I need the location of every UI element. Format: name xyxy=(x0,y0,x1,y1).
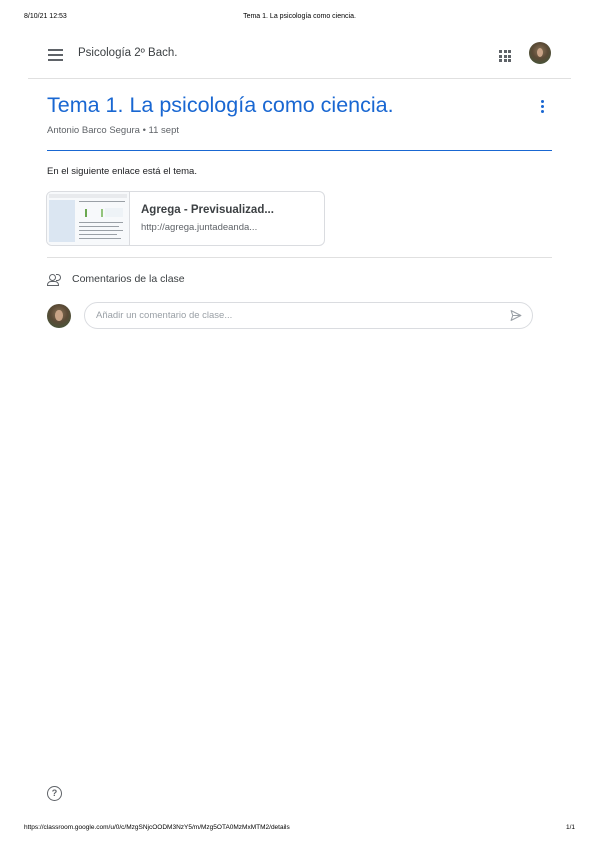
post-title: Tema 1. La psicología como ciencia. xyxy=(47,93,394,117)
class-comments-label: Comentarios de la clase xyxy=(72,273,185,285)
app-bar: Psicología 2º Bach. xyxy=(28,36,571,79)
print-page-number: 1/1 xyxy=(565,824,575,831)
section-divider xyxy=(47,257,552,258)
more-vert-icon[interactable] xyxy=(541,100,545,114)
print-doc-title: Tema 1. La psicología como ciencia. xyxy=(243,13,356,20)
link-attachment-card[interactable]: Agrega - Previsualizad... http://agrega.… xyxy=(46,191,325,246)
people-icon xyxy=(47,274,63,286)
attachment-title[interactable]: Agrega - Previsualizad... xyxy=(141,204,274,216)
post-body: En el siguiente enlace está el tema. xyxy=(47,166,197,177)
send-icon[interactable] xyxy=(509,309,523,322)
post-author-date: Antonio Barco Segura • 11 sept xyxy=(47,125,180,136)
course-title[interactable]: Psicología 2º Bach. xyxy=(78,47,177,59)
print-header: 8/10/21 12:53 Tema 1. La psicología como… xyxy=(24,13,575,25)
attachment-thumbnail xyxy=(47,192,130,245)
hamburger-menu-icon[interactable] xyxy=(48,49,63,61)
user-avatar xyxy=(47,304,71,328)
account-avatar[interactable] xyxy=(529,42,551,64)
class-comment-input[interactable] xyxy=(84,302,533,329)
attachment-url: http://agrega.juntadeanda... xyxy=(141,222,258,233)
help-icon[interactable]: ? xyxy=(47,786,62,801)
title-divider xyxy=(47,150,552,151)
google-apps-grid-icon[interactable] xyxy=(499,50,511,62)
print-url: https://classroom.google.com/u/0/c/MzgSN… xyxy=(24,824,290,831)
page: 8/10/21 12:53 Tema 1. La psicología como… xyxy=(0,0,599,848)
print-footer: https://classroom.google.com/u/0/c/MzgSN… xyxy=(24,824,575,836)
